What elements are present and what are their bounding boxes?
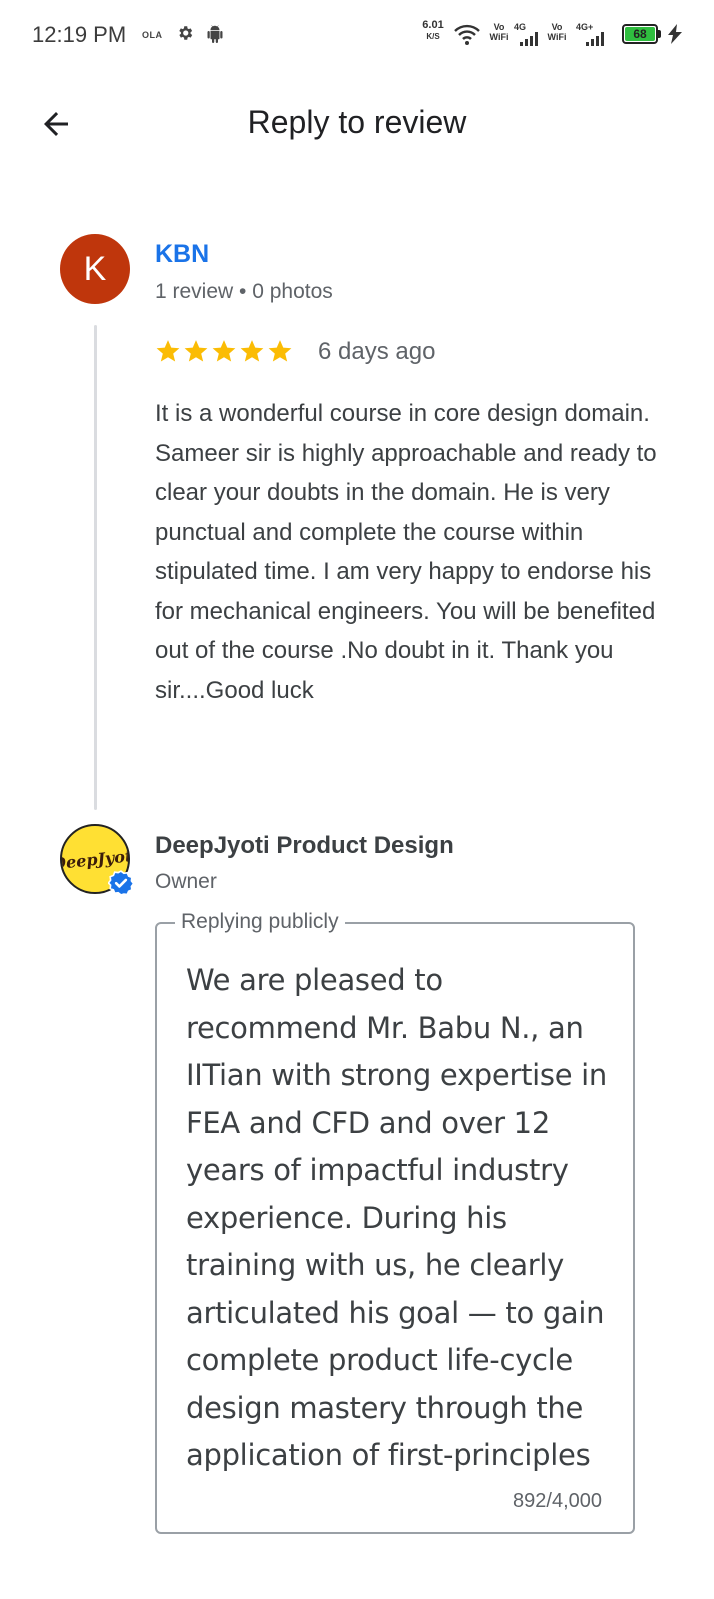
owner-name: DeepJyoti Product Design [155, 832, 454, 859]
signal-icon-2 [586, 32, 608, 51]
owner-role: Owner [155, 870, 217, 893]
status-bar: 12:19 PM OLA 6.01 K/S Vo WiFi 4G Vo WiFi… [0, 0, 714, 70]
avatar[interactable]: K [60, 234, 130, 304]
owner-logo-text: DeepJyoti [60, 845, 130, 873]
page-title: Reply to review [247, 104, 467, 140]
reply-label: Replying publicly [175, 910, 345, 934]
star-rating [155, 338, 293, 364]
review-text: It is a wonderful course in core design … [155, 400, 657, 704]
star-icon [268, 340, 292, 362]
net-speed-value: 6.01 [422, 19, 444, 31]
avatar-letter: K [83, 249, 107, 288]
character-counter: 892/4,000 [513, 1490, 602, 1512]
wifi-icon [454, 24, 480, 51]
reviewer-meta: 1 review • 0 photos [155, 280, 333, 303]
battery-icon: 68 [622, 24, 658, 44]
star-icon [212, 340, 236, 362]
net-speed-unit: K/S [426, 32, 440, 41]
network-type-2: 4G+ [576, 22, 594, 32]
net-speed: 6.01 K/S [418, 20, 448, 42]
network-type-1: 4G [514, 22, 527, 32]
star-icon [184, 340, 208, 362]
battery-tip [658, 30, 661, 38]
vo-wifi-label-2: Vo WiFi [547, 22, 567, 42]
android-icon [206, 24, 224, 49]
star-icon [240, 340, 264, 362]
battery-level: 68 [625, 27, 655, 41]
status-time: 12:19 PM [32, 22, 127, 47]
review-date: 6 days ago [318, 338, 436, 365]
thread-line [94, 325, 97, 810]
vo-wifi-label-1: Vo WiFi [489, 22, 509, 42]
star-icon [156, 340, 180, 362]
charging-bolt-icon [668, 24, 682, 49]
reviewer-name[interactable]: KBN [155, 240, 209, 269]
ola-icon: OLA [142, 30, 163, 40]
gear-icon [176, 24, 194, 47]
reply-input-text[interactable]: We are pleased to recommend Mr. Babu N.,… [186, 957, 616, 1480]
signal-icon [520, 32, 540, 51]
verified-badge-icon [108, 870, 134, 896]
